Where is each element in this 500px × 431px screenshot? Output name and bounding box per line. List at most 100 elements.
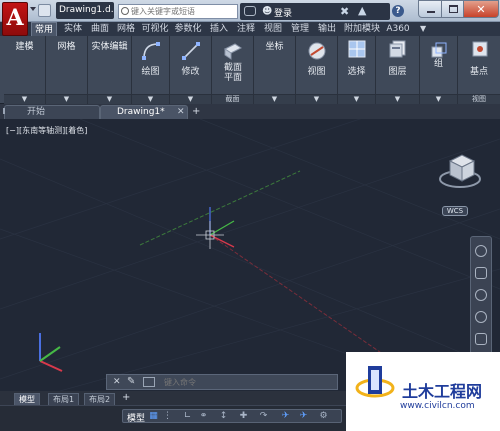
pan-icon[interactable] <box>475 267 487 279</box>
tab-view[interactable]: 视图 <box>261 22 285 36</box>
selection-icon <box>348 40 366 58</box>
a360-icon[interactable]: ▲ <box>358 4 366 17</box>
civilcn-logo <box>355 366 395 398</box>
tab-manage[interactable]: 管理 <box>288 22 312 36</box>
tab-home[interactable]: 常用 <box>31 22 57 36</box>
orbit-icon[interactable] <box>475 311 487 323</box>
tab-layout2[interactable]: 布局2 <box>84 393 116 405</box>
steering-wheel-icon[interactable] <box>475 245 487 257</box>
tab-surface[interactable]: 曲面 <box>88 22 112 36</box>
annotation-scale-icon[interactable]: ✈ <box>281 412 290 421</box>
model-space-button[interactable]: 模型 <box>127 411 145 424</box>
panel-view[interactable]: 视图 ▼ <box>296 36 338 104</box>
panel-draw[interactable]: 绘图 ▼ <box>132 36 170 104</box>
tab-model[interactable]: 模型 <box>14 393 40 405</box>
panel-selection[interactable]: 选择 ▼ <box>338 36 376 104</box>
snap-icon[interactable]: ⋮ <box>163 412 172 421</box>
panel-expand-icon[interactable]: ▼ <box>88 94 131 104</box>
customize-icon[interactable]: ✎ <box>127 376 135 387</box>
add-layout-button[interactable]: + <box>122 392 130 403</box>
viewport-controls-label[interactable]: [−][东南等轴测][着色] <box>6 125 87 136</box>
navigation-bar[interactable] <box>470 236 492 356</box>
panel-foot-label[interactable]: 截面 <box>212 94 253 104</box>
panel-solid-editing[interactable]: 实体编辑 ▼ <box>88 36 132 104</box>
tab-output[interactable]: 输出 <box>315 22 339 36</box>
section-plane-icon <box>224 43 242 60</box>
panel-layers[interactable]: 图层 ▼ <box>376 36 420 104</box>
binoculars-icon[interactable] <box>244 6 256 16</box>
ortho-icon[interactable]: ∟ <box>183 412 192 421</box>
tab-parametric[interactable]: 参数化 <box>173 22 203 36</box>
panel-modeling[interactable]: 建模 ▼ <box>4 36 46 104</box>
tab-addins[interactable]: 附加模块 <box>342 22 382 36</box>
grid-icon[interactable]: ▦ <box>149 412 158 421</box>
panel-mesh[interactable]: 网格 ▼ <box>46 36 88 104</box>
wcs-menu[interactable]: WCS <box>442 206 468 216</box>
recent-commands-icon[interactable] <box>143 377 155 387</box>
tab-a360[interactable]: A360 <box>385 22 411 36</box>
new-tab-button[interactable]: + <box>192 106 200 117</box>
isodraft-icon[interactable]: ↕ <box>219 412 228 421</box>
panel-label: 修改 <box>181 67 200 77</box>
tab-layout1[interactable]: 布局1 <box>48 393 80 405</box>
maximize-button[interactable] <box>441 0 464 18</box>
x-axis-line <box>209 234 391 360</box>
close-tab-icon[interactable]: ✕ <box>177 106 185 119</box>
showmotion-icon[interactable] <box>475 333 487 345</box>
search-box[interactable] <box>118 4 238 19</box>
help-icon[interactable]: ? <box>392 5 404 17</box>
minimize-button[interactable] <box>418 0 442 18</box>
panel-coordinates[interactable]: 坐标 ▼ <box>254 36 296 104</box>
tab-mesh[interactable]: 网格 <box>114 22 138 36</box>
ribbon-tab-bar: 常用 实体 曲面 网格 可视化 参数化 插入 注释 视图 管理 输出 附加模块 … <box>0 22 500 36</box>
panel-expand-icon[interactable]: ▼ <box>132 94 169 104</box>
tab-drawing1[interactable]: Drawing1* ✕ <box>100 105 188 119</box>
panel-section[interactable]: 截面平面 截面 <box>212 36 254 104</box>
quick-access-open-icon[interactable] <box>38 4 51 17</box>
tab-annotate[interactable]: 注释 <box>234 22 258 36</box>
annotation-visibility-icon[interactable]: ✈ <box>299 412 308 421</box>
panel-label: 图层 <box>388 67 407 77</box>
panel-label: 截面平面 <box>223 63 242 83</box>
panel-expand-icon[interactable]: ▼ <box>254 94 295 104</box>
ribbon-toggle-icon[interactable]: ▼ <box>420 24 426 33</box>
application-menu-button[interactable]: A <box>2 2 28 36</box>
login-button[interactable]: 登录 <box>274 6 292 19</box>
app-menu-arrow-icon[interactable] <box>30 7 36 11</box>
panel-expand-icon[interactable]: ▼ <box>338 94 375 104</box>
panel-basepoint[interactable]: 基点 视图 <box>458 36 500 104</box>
panel-label: 选择 <box>347 67 366 77</box>
panel-groups[interactable]: 组 ▼ <box>420 36 458 104</box>
view-sphere-icon <box>308 42 326 60</box>
drawing-viewport[interactable] <box>0 119 500 391</box>
close-button[interactable]: ✕ <box>463 0 499 18</box>
tab-insert[interactable]: 插入 <box>207 22 231 36</box>
panel-modify[interactable]: 修改 ▼ <box>170 36 212 104</box>
search-input[interactable] <box>119 5 237 18</box>
command-input[interactable] <box>164 376 336 388</box>
polar-icon[interactable]: ⚭ <box>199 412 208 421</box>
panel-expand-icon[interactable]: ▼ <box>46 94 87 104</box>
panel-label: 基点 <box>469 67 488 77</box>
search-icon <box>121 7 129 15</box>
workspace-icon[interactable]: ⚙ <box>319 412 328 421</box>
panel-expand-icon[interactable]: ▼ <box>376 94 419 104</box>
close-icon[interactable]: ✕ <box>113 377 121 387</box>
menu-icon[interactable] <box>3 108 9 114</box>
panel-expand-icon[interactable]: ▼ <box>4 94 45 104</box>
panel-expand-icon[interactable]: ▼ <box>296 94 337 104</box>
user-icon[interactable]: ☻ <box>262 6 272 17</box>
panel-expand-icon[interactable]: ▼ <box>170 94 211 104</box>
tab-visualize[interactable]: 可视化 <box>140 22 170 36</box>
panel-foot-label[interactable]: 视图 <box>458 94 500 104</box>
tab-solid[interactable]: 实体 <box>61 22 85 36</box>
object-snap-icon[interactable]: ✚ <box>239 412 248 421</box>
layers-icon <box>389 40 406 58</box>
basepoint-icon <box>472 41 488 57</box>
snap-tracking-icon[interactable]: ↷ <box>259 412 268 421</box>
tab-start[interactable]: 开始 <box>4 105 100 119</box>
zoom-icon[interactable] <box>475 289 487 301</box>
panel-expand-icon[interactable]: ▼ <box>420 94 457 104</box>
exchange-icon[interactable]: ✖ <box>340 5 349 18</box>
status-toolbar: 模型 ▦ ⋮ ∟ ⚭ ↕ ✚ ↷ ✈ ✈ ⚙ <box>122 409 342 424</box>
